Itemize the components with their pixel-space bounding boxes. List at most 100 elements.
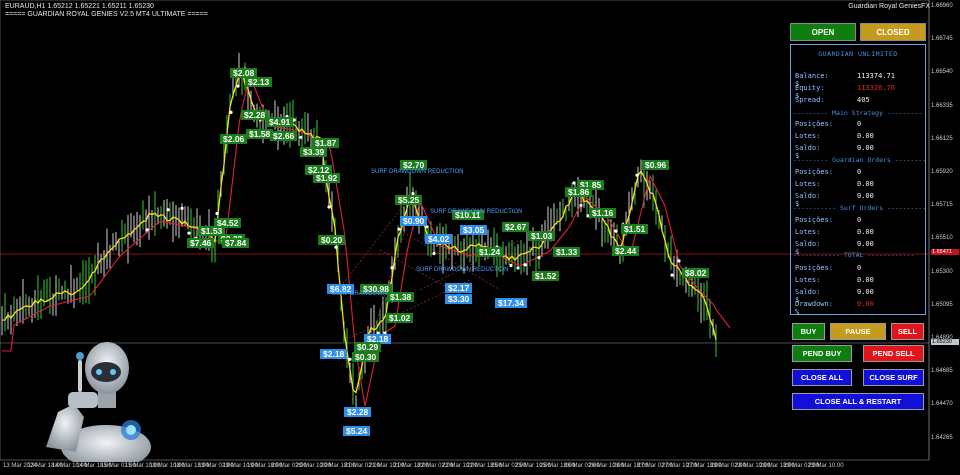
arrow-marker [635,173,639,177]
arrow-marker [215,211,219,216]
profit-tag: $1.86 [565,187,593,197]
symbol-info: EURAUD,H1 1.65212 1.65221 1.65211 1.6523… [5,3,154,10]
profit-tag: $2.67 [502,222,530,232]
total-header: ------------ TOTAL ------------ [793,251,915,259]
arrow-marker [180,206,184,210]
surf-note: SURF DRAWDOWN REDUCTION [416,267,509,273]
price-axis-label: 1.66745 [931,36,953,43]
price-axis-label: 1.65095 [931,301,953,308]
surf-note: SURF DRAWDOWN REDUCTION [430,209,523,215]
profit-tag: $7.46 [187,238,215,248]
panel-title: GUARDIAN UNLIMITED [818,50,898,58]
profit-tag: $2.13 [245,77,273,87]
arrow-marker [145,228,149,232]
arrow-marker [523,263,527,267]
arrow-marker [166,208,170,212]
arrow-marker [236,84,240,88]
profit-tag: $1.33 [553,247,581,257]
current-price-box: 1.65230 [931,339,959,345]
spread-label: Spread: [795,96,825,104]
arrow-marker [187,231,191,235]
price-axis-label: 1.65715 [931,202,953,209]
surf-note: SURF DRAWDOWN [332,291,388,297]
profit-tag: $0.20 [318,235,346,245]
price-axis-label: 1.64685 [931,368,953,375]
arrow-marker [327,205,331,209]
profit-tag: $2.28 [241,110,269,120]
arrow-marker [390,266,394,270]
profit-tag: $0.30 [352,352,380,362]
profit-tag: $1.92 [313,173,341,183]
info-panel: GUARDIAN UNLIMITED Balance: $ 113374.71 … [790,44,926,316]
profit-tag: $8.02 [682,268,710,278]
profit-tag: $2.66 [270,131,298,141]
profit-tag: $2.28 [344,407,372,417]
profit-tag: $1.16 [589,208,617,218]
open-button[interactable]: OPEN [790,23,856,41]
sell-button[interactable]: SELL [891,323,924,340]
profit-tag: $1.02 [386,313,414,323]
profit-tag: $3.30 [445,294,473,304]
price-axis-label: 1.66125 [931,135,953,142]
profit-tag: $1.51 [621,224,649,234]
profit-tag: $2.06 [220,134,248,144]
price-axis-label: 1.65920 [931,169,953,175]
surf-orders-header: ----------- Surf Orders ----------- [793,204,925,212]
pending-sell-button[interactable]: PEND SELL [863,345,924,362]
price-axis-label: 1.65300 [931,268,953,275]
drawdown-value: 0.00 [857,300,874,308]
profit-tag: $1.03 [528,231,556,241]
profit-tag: $5.25 [395,195,423,205]
price-axis-label: 1.64470 [931,401,953,408]
arrow-marker [677,259,681,263]
brand-label: Guardian Royal GeniesFX [848,3,930,10]
arrow-marker [509,263,513,268]
profit-tag: $3.39 [300,147,328,157]
arrow-marker [397,227,401,231]
red-price-box: 1.65471 [931,249,959,255]
profit-tag: $1.24 [476,247,504,257]
pending-buy-button[interactable]: PEND BUY [792,345,852,362]
closed-button[interactable]: CLOSED [860,23,926,41]
arrow-marker [299,135,303,139]
surf-dashed-line [337,209,401,291]
close-all-restart-button[interactable]: CLOSE ALL & RESTART [792,393,924,410]
robot-logo [46,342,151,462]
spread-value: 405 [857,96,870,104]
price-axis-label: 1.66960 [931,3,953,9]
profit-tag: $17.34 [495,298,527,308]
balance-value: 113374.71 [857,72,895,80]
price-axis-label: 1.64265 [931,434,953,441]
profit-tag: $4.02 [425,234,453,244]
arrow-marker [334,245,338,249]
profit-tag: $3.05 [460,225,488,235]
main-strategy-header: --------- Main Strategy --------- [793,109,923,117]
price-axis-label: 1.65510 [931,235,953,242]
arrow-marker [432,252,436,256]
close-all-button[interactable]: CLOSE ALL [792,369,852,386]
price-axis-label: 1.66335 [931,102,953,109]
profit-tag: $5.24 [343,426,371,436]
profit-tag: $2.17 [445,283,473,293]
arrow-marker [572,181,576,185]
guardian-orders-header: --------- Guardian Orders --------- [793,156,925,164]
profit-tag: $0.29 [354,342,382,352]
profit-tag: $0.90 [400,216,428,226]
profit-tag: $7.84 [222,238,250,248]
profit-tag: $4.91 [266,117,294,127]
equity-value: 113326.76 [857,84,895,92]
profit-tag: $1.38 [387,292,415,302]
arrow-marker [229,110,233,114]
buy-button[interactable]: BUY [792,323,825,340]
close-surf-button[interactable]: CLOSE SURF [863,369,924,386]
arrow-marker [614,229,618,233]
profit-tag: $0.96 [642,160,670,170]
time-axis-label: 29 Mar 10:00 [808,463,844,469]
arrow-marker [516,266,520,270]
drawdown-label: Drawdown: % [795,300,833,316]
profit-tag: $2.18 [320,349,348,359]
ea-name: ===== GUARDIAN ROYAL GENIES V2.5 MT4 ULT… [5,11,208,18]
price-axis-label: 1.66540 [931,69,953,76]
pause-button[interactable]: PAUSE [830,323,886,340]
profit-tag: $1.52 [532,271,560,281]
